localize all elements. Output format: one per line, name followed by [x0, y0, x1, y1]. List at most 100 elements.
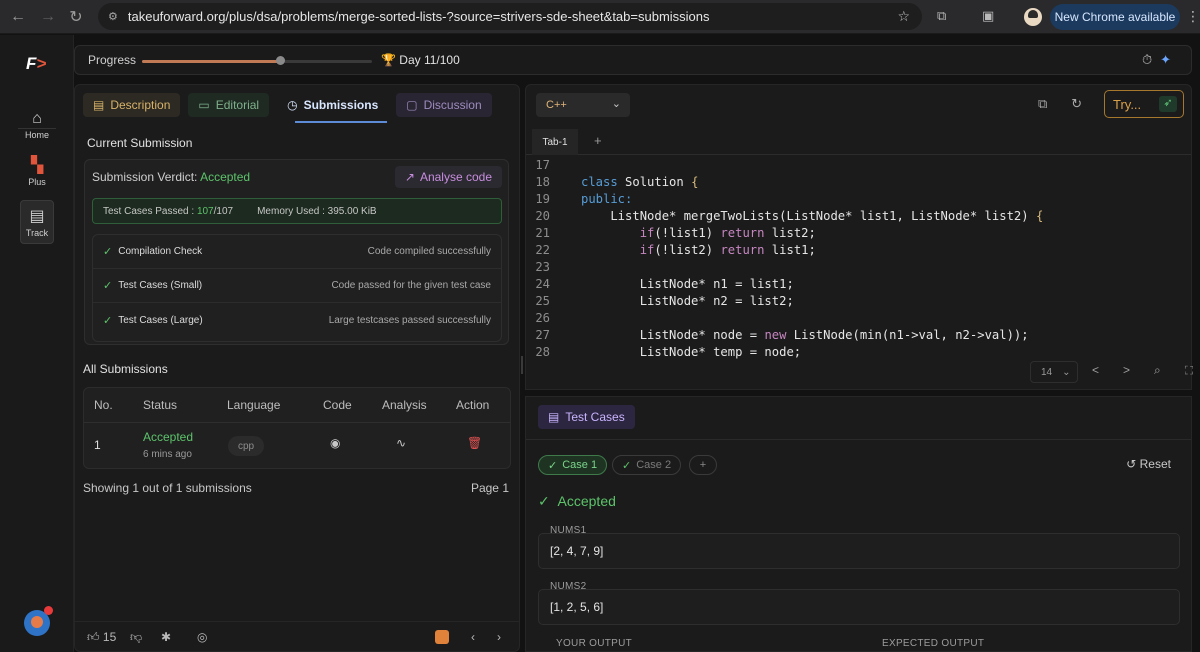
- panel-resize-handle[interactable]: [521, 356, 523, 374]
- line-number: 18: [535, 175, 550, 189]
- tab-label: Submissions: [303, 98, 379, 112]
- like-count: 15: [102, 630, 117, 644]
- progress-knob: [276, 56, 285, 65]
- check-icon: ✓: [538, 493, 550, 509]
- sidebar-item-plus[interactable]: ▚ Plus: [20, 155, 54, 187]
- sidebar-divider: [18, 128, 56, 129]
- line-number: 19: [535, 192, 550, 206]
- tab-submissions[interactable]: ◷ Submissions: [277, 93, 388, 117]
- tab-search-icon[interactable]: ▣: [982, 8, 994, 24]
- plus-icon: ▚: [30, 157, 44, 174]
- reset-code-icon[interactable]: ↻: [1071, 96, 1082, 111]
- editor-tools: <>⌕⛶: [1092, 363, 1200, 378]
- book-icon: ▭: [198, 98, 210, 112]
- check-message: Code compiled successfully: [367, 246, 491, 257]
- site-info-icon[interactable]: ⚙: [108, 10, 118, 23]
- code-line: ListNode* temp = node;: [581, 345, 802, 359]
- reset-button[interactable]: ↺ Reset: [1126, 457, 1171, 471]
- code-area[interactable]: 17 18 class Solution {19 public: 20 ListNode…: [526, 157, 1191, 359]
- reload-icon[interactable]: ↻: [61, 2, 91, 32]
- chrome-menu-icon[interactable]: ⋮: [1186, 8, 1200, 25]
- line-number: 26: [535, 311, 550, 325]
- reset-label: Reset: [1139, 457, 1171, 471]
- code-line: ListNode* n1 = list1;: [581, 277, 794, 291]
- ai-sparkle-icon[interactable]: ✦: [1160, 52, 1179, 67]
- test-cases-passed: Test Cases Passed : 107/107: [103, 206, 233, 217]
- check-icon: ✓: [622, 459, 632, 472]
- trend-icon: ↗: [404, 170, 415, 184]
- discuss-icon[interactable]: ◎: [197, 630, 207, 644]
- try-label: Try...: [1113, 96, 1142, 112]
- current-submission-card: Submission Verdict: Accepted ↗ Analyse co…: [84, 159, 509, 345]
- row-number: 1: [94, 438, 101, 452]
- line-number: 22: [535, 243, 550, 257]
- case-1-chip[interactable]: ✓ Case 1: [538, 455, 608, 475]
- analysis-pulse-icon[interactable]: ∿: [396, 436, 406, 450]
- problem-panel: ▤ Description ▭ Editorial ◷ Submissions ▢ Di…: [74, 84, 520, 652]
- your-output-label: YOUR OUTPUT: [556, 638, 633, 649]
- sidebar-item-home[interactable]: ⌂ Home: [20, 110, 54, 140]
- home-icon: ⌂: [32, 110, 42, 127]
- checks-list: ✓ Compilation Check Code compiled succes…: [92, 234, 502, 342]
- thumbs-up-icon: 👍︎: [87, 630, 100, 644]
- code-brackets-icon[interactable]: <>: [1092, 363, 1154, 377]
- tab-editor-1[interactable]: Tab-1: [532, 129, 578, 155]
- tab-editorial[interactable]: ▭ Editorial: [188, 93, 270, 117]
- tuf-logo[interactable]: F>: [26, 54, 46, 74]
- font-size-value: 14: [1041, 366, 1053, 378]
- chrome-profile-avatar[interactable]: [1024, 8, 1042, 26]
- extensions-icon[interactable]: ⧉: [937, 8, 946, 24]
- font-size-select[interactable]: 14 ⌄: [1030, 361, 1078, 383]
- sidebar-item-label: Track: [25, 228, 49, 238]
- sidebar-item-label: Plus: [28, 177, 46, 187]
- clock-icon: ◷: [287, 98, 298, 112]
- forward-icon[interactable]: →: [33, 2, 63, 32]
- bookmark-star-icon[interactable]: ☆: [897, 8, 910, 25]
- case-label: Case 2: [636, 459, 672, 471]
- notification-dot: [44, 606, 53, 615]
- mark-complete-checkbox[interactable]: [435, 630, 449, 644]
- add-tab-icon[interactable]: +: [594, 133, 602, 148]
- check-icon: ✓: [548, 459, 558, 472]
- sidebar-item-track[interactable]: ▤ Track: [20, 200, 54, 244]
- chevron-down-icon: ⌄: [1062, 366, 1071, 378]
- view-code-eye-icon[interactable]: ◉: [330, 436, 340, 450]
- analyse-label: Analyse code: [419, 170, 492, 184]
- update-chrome-button[interactable]: New Chrome available: [1050, 4, 1180, 30]
- tab-label: Discussion: [423, 98, 482, 112]
- nums2-value: [1, 2, 5, 6]: [538, 589, 1180, 625]
- sidebar-item-label: Home: [24, 130, 49, 140]
- report-bug-icon[interactable]: ✱: [161, 630, 171, 644]
- line-number: 24: [535, 277, 550, 291]
- add-case-button[interactable]: +: [689, 455, 717, 475]
- row-status: Accepted: [143, 430, 194, 444]
- app-sidebar: F> ⌂ Home ▚ Plus ▤ Track: [0, 35, 74, 652]
- dislike-thumbs-down-icon[interactable]: 👎︎: [130, 630, 142, 645]
- next-problem-icon[interactable]: ›: [497, 630, 501, 644]
- case-2-chip[interactable]: ✓ Case 2: [612, 455, 682, 475]
- try-run-button[interactable]: Try... ➶: [1104, 90, 1184, 118]
- col-header-status: Status: [143, 398, 178, 412]
- copy-icon[interactable]: ⧉: [1038, 96, 1047, 111]
- showing-count: Showing 1 out of 1 submissions: [83, 481, 252, 495]
- format-brush-icon[interactable]: ⌕: [1154, 363, 1185, 377]
- test-summary-bar: Test Cases Passed : 107/107 Memory Used …: [92, 198, 502, 224]
- code-line: public:: [581, 192, 633, 206]
- tab-discussion[interactable]: ▢ Discussion: [396, 93, 492, 117]
- language-select[interactable]: C++ ⌄: [536, 93, 630, 117]
- back-icon[interactable]: ←: [3, 2, 33, 32]
- row-language-chip: cpp: [228, 436, 264, 456]
- timer-icon[interactable]: ⏱: [1142, 52, 1160, 67]
- address-bar[interactable]: ⚙ takeuforward.org/plus/dsa/problems/mer…: [98, 3, 922, 30]
- verdict-label: Submission Verdict:: [92, 170, 198, 184]
- tab-description[interactable]: ▤ Description: [83, 93, 181, 117]
- testcases-tab[interactable]: ▤ Test Cases: [538, 405, 635, 429]
- check-name: Test Cases (Small): [118, 280, 203, 291]
- prev-problem-icon[interactable]: ‹: [471, 630, 475, 644]
- like-button[interactable]: 👍︎ 15: [87, 630, 116, 645]
- reset-icon: ↺: [1126, 457, 1137, 471]
- analyse-code-button[interactable]: ↗ Analyse code: [394, 166, 502, 188]
- fullscreen-icon[interactable]: ⛶: [1185, 363, 1200, 377]
- delete-trash-icon[interactable]: 🗑: [467, 436, 482, 450]
- test-cases-label: Test Cases Passed :: [103, 205, 195, 217]
